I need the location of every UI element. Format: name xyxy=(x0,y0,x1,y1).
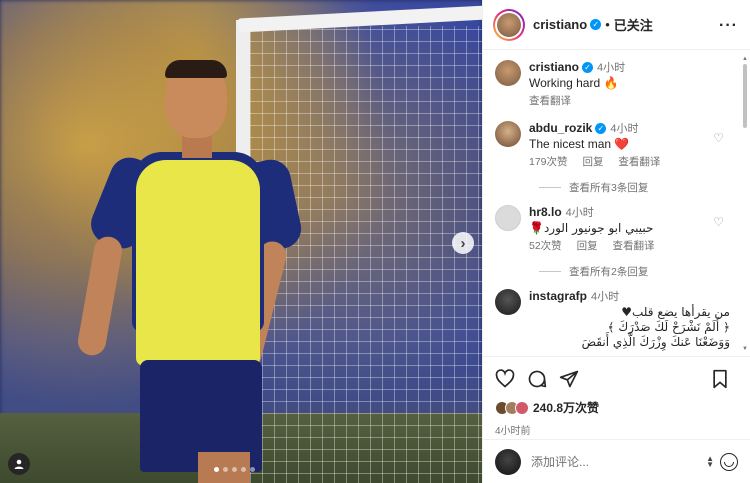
author-username[interactable]: cristiano xyxy=(533,17,587,32)
translate-link[interactable]: 查看翻译 xyxy=(529,95,571,107)
comment-input[interactable]: 添加评论... xyxy=(531,453,706,470)
scroll-down-icon[interactable]: ▼ xyxy=(742,346,748,352)
verified-icon: ✓ xyxy=(582,62,594,74)
reply-button[interactable]: 回复 xyxy=(582,156,603,168)
training-bib xyxy=(136,160,260,366)
translate-link[interactable]: 查看翻译 xyxy=(618,156,660,168)
post-time: 4小时前 xyxy=(495,426,531,437)
player-figure xyxy=(70,60,305,483)
heart-icon[interactable]: ♡ xyxy=(713,215,724,229)
comment-time[interactable]: 4小时 xyxy=(591,291,619,303)
carousel-dot xyxy=(232,467,237,472)
carousel-dot xyxy=(214,467,219,472)
view-replies-label[interactable]: 查看所有2条回复 xyxy=(569,264,648,279)
comment-likes[interactable]: 179次赞 xyxy=(529,156,568,168)
comment-avatar[interactable] xyxy=(495,121,521,147)
author-avatar[interactable] xyxy=(493,8,525,41)
comment-likes[interactable]: 52次赞 xyxy=(529,240,562,252)
caption: cristiano ✓ 4小时 Working hard 🔥 查看翻译 xyxy=(495,60,730,109)
comments-list[interactable]: cristiano ✓ 4小时 Working hard 🔥 查看翻译 abdu_r… xyxy=(483,50,740,356)
comment-avatar[interactable] xyxy=(495,289,521,315)
verified-icon: ✓ xyxy=(590,19,602,30)
caption-avatar[interactable] xyxy=(495,60,521,86)
heart-icon[interactable]: ♡ xyxy=(713,131,724,145)
comment-text: The nicest man ❤️ xyxy=(529,137,630,151)
emoji-icon[interactable] xyxy=(720,452,738,471)
current-user-avatar xyxy=(495,448,521,475)
comment-item: hr8.lo 4小时 حبيبي ابو جونيور الورد🌹 52次赞 回… xyxy=(495,205,730,254)
carousel-dot xyxy=(241,467,246,472)
post-panel: cristiano ✓ • 已关注 ··· cristiano ✓ 4小时 Work… xyxy=(482,0,750,483)
likes-count[interactable]: 240.8万次赞 xyxy=(533,399,599,416)
scroll-up-icon[interactable]: ▲ xyxy=(742,56,748,62)
post-header: cristiano ✓ • 已关注 ··· xyxy=(483,0,750,50)
reply-button[interactable]: 回复 xyxy=(577,240,598,252)
comment-time[interactable]: 4小时 xyxy=(566,207,594,219)
action-bar: 240.8万次赞 4小时前 xyxy=(483,356,750,437)
post-image[interactable]: › xyxy=(0,0,482,483)
translate-link[interactable]: 查看翻译 xyxy=(613,240,655,252)
comment-text-line: من يقرأها يضع قلب♥ xyxy=(621,305,730,319)
comment-text-line: وَوَضَعْنَا عَنكَ وِزْرَكَ الَّذِي أَنقَ… xyxy=(581,335,730,349)
save-icon[interactable] xyxy=(710,369,730,389)
view-replies-label[interactable]: 查看所有3条回复 xyxy=(569,180,648,195)
carousel-dot xyxy=(223,467,228,472)
comment-text-line: ﴿ أَلَمْ نَشْرَحْ لَكَ صَدْرَكَ ﴾ xyxy=(607,320,730,334)
comment-item: instagrafp 4小时 من يقرأها يضع قلب♥ ﴿ أَلَم… xyxy=(495,289,730,350)
scroll-thumb[interactable] xyxy=(743,64,747,128)
liker-avatar xyxy=(515,400,529,415)
comment-username[interactable]: abdu_rozik xyxy=(529,121,592,135)
view-replies-link[interactable]: 查看所有2条回复 xyxy=(539,264,730,279)
comment-text: حبيبي ابو جونيور الورد🌹 xyxy=(529,221,654,235)
share-icon[interactable] xyxy=(559,369,579,389)
comment-icon[interactable] xyxy=(527,369,547,389)
comment-username[interactable]: instagrafp xyxy=(529,289,587,303)
separator-dot: • xyxy=(605,17,610,32)
comment-item: abdu_rozik ✓ 4小时 The nicest man ❤️ 179次赞 回… xyxy=(495,121,730,170)
carousel-dots xyxy=(214,467,255,472)
caption-text: Working hard 🔥 xyxy=(529,76,619,90)
likes-row[interactable]: 240.8万次赞 xyxy=(495,399,738,416)
comments-scrollbar[interactable]: ▲ ▼ xyxy=(742,56,748,352)
carousel-dot xyxy=(250,467,255,472)
user-tag-icon[interactable] xyxy=(8,453,30,475)
caption-time[interactable]: 4小时 xyxy=(597,62,625,74)
follow-status-button[interactable]: 已关注 xyxy=(614,15,653,34)
view-replies-link[interactable]: 查看所有3条回复 xyxy=(539,180,730,195)
heart-icon[interactable] xyxy=(495,369,515,389)
spinner-icon[interactable]: ▲ ▼ xyxy=(706,454,714,468)
caption-username[interactable]: cristiano xyxy=(529,60,579,74)
comment-time[interactable]: 4小时 xyxy=(610,123,638,135)
more-options-icon[interactable]: ··· xyxy=(719,17,738,35)
comment-avatar[interactable] xyxy=(495,205,521,231)
verified-icon: ✓ xyxy=(595,123,607,135)
next-arrow-icon[interactable]: › xyxy=(452,232,474,254)
comment-username[interactable]: hr8.lo xyxy=(529,205,562,219)
add-comment-bar: 添加评论... ▲ ▼ xyxy=(483,439,750,483)
